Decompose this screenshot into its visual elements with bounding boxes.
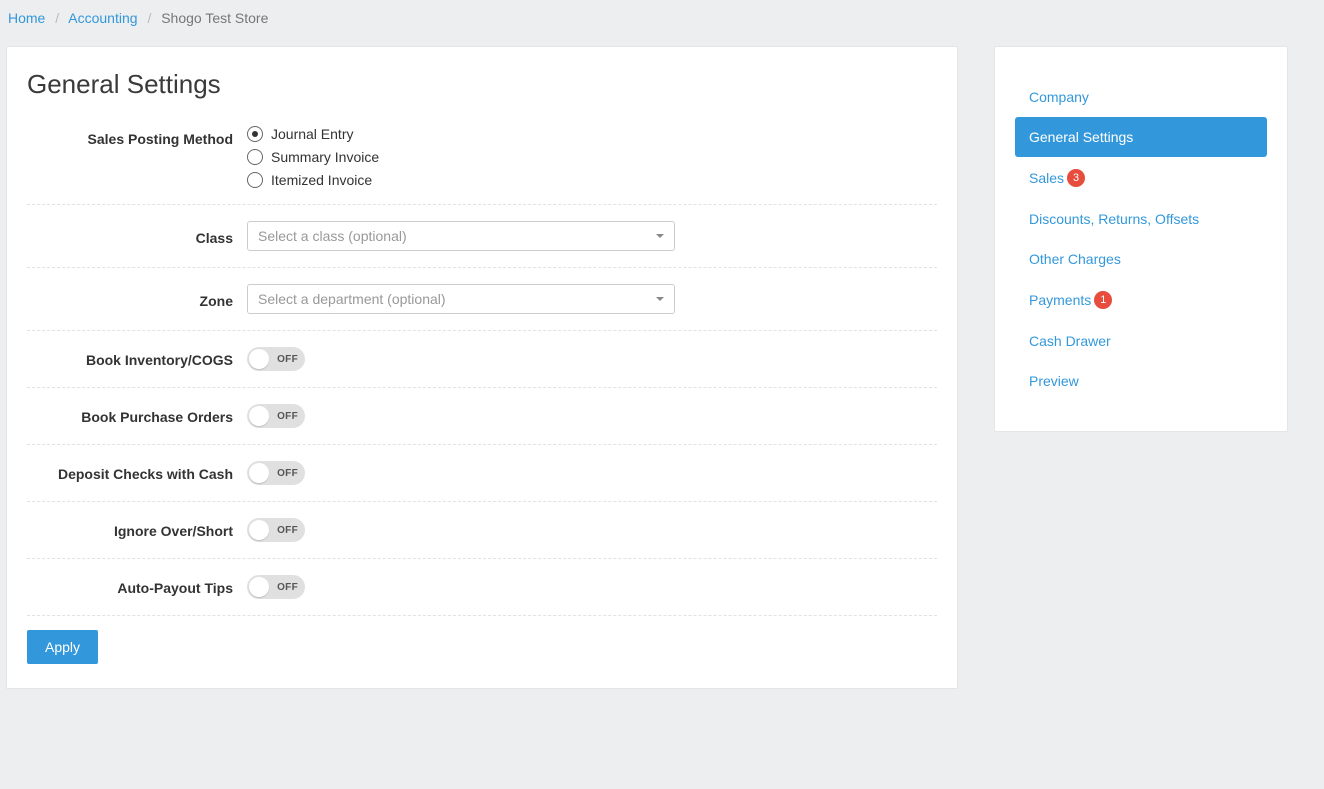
sidebar-item-label: Sales — [1029, 170, 1064, 186]
apply-button[interactable]: Apply — [27, 630, 98, 664]
toggle-knob — [249, 406, 269, 426]
sidebar-item-other-charges[interactable]: Other Charges — [1015, 239, 1267, 279]
label-zone: Zone — [27, 284, 247, 312]
toggle-ignore-over-short[interactable]: OFF — [247, 518, 305, 542]
settings-card: General Settings Sales Posting Method Jo… — [6, 46, 958, 689]
radio-icon — [247, 126, 263, 142]
breadcrumb-sep: / — [55, 10, 59, 26]
sidebar-item-label: General Settings — [1029, 129, 1133, 145]
sidebar-item-label: Discounts, Returns, Offsets — [1029, 211, 1199, 227]
select-placeholder: Select a class (optional) — [258, 228, 407, 244]
row-book-inventory: Book Inventory/COGS OFF — [27, 331, 937, 388]
row-deposit-checks: Deposit Checks with Cash OFF — [27, 445, 937, 502]
sidebar-item-label: Cash Drawer — [1029, 333, 1111, 349]
radio-icon — [247, 149, 263, 165]
sidebar-card: Company General Settings Sales 3 Discoun… — [994, 46, 1288, 432]
row-ignore-over-short: Ignore Over/Short OFF — [27, 502, 937, 559]
breadcrumb-store: Shogo Test Store — [161, 10, 268, 26]
sidebar-item-company[interactable]: Company — [1015, 77, 1267, 117]
toggle-deposit-checks[interactable]: OFF — [247, 461, 305, 485]
sidebar-item-cash-drawer[interactable]: Cash Drawer — [1015, 321, 1267, 361]
radio-summary-invoice[interactable]: Summary Invoice — [247, 149, 937, 165]
label-book-inventory: Book Inventory/COGS — [27, 347, 247, 371]
toggle-state: OFF — [277, 411, 298, 422]
radio-icon — [247, 172, 263, 188]
label-deposit-checks: Deposit Checks with Cash — [27, 461, 247, 485]
row-sales-posting: Sales Posting Method Journal Entry Summa… — [27, 126, 937, 205]
row-zone: Zone Select a department (optional) — [27, 268, 937, 331]
toggle-state: OFF — [277, 525, 298, 536]
radio-label: Itemized Invoice — [271, 172, 372, 188]
sidebar-item-label: Other Charges — [1029, 251, 1121, 267]
sidebar-item-payments[interactable]: Payments 1 — [1015, 279, 1267, 321]
breadcrumb-sep: / — [147, 10, 151, 26]
label-ignore-over-short: Ignore Over/Short — [27, 518, 247, 542]
row-book-po: Book Purchase Orders OFF — [27, 388, 937, 445]
sidebar-item-sales[interactable]: Sales 3 — [1015, 157, 1267, 199]
breadcrumb-home[interactable]: Home — [8, 10, 45, 26]
breadcrumb-accounting[interactable]: Accounting — [68, 10, 137, 26]
sidebar-item-label: Payments — [1029, 292, 1091, 308]
sidebar-item-discounts[interactable]: Discounts, Returns, Offsets — [1015, 199, 1267, 239]
breadcrumb: Home / Accounting / Shogo Test Store — [6, 0, 1318, 32]
toggle-knob — [249, 577, 269, 597]
toggle-knob — [249, 463, 269, 483]
sidebar-item-general-settings[interactable]: General Settings — [1015, 117, 1267, 157]
radio-label: Journal Entry — [271, 126, 353, 142]
radio-journal-entry[interactable]: Journal Entry — [247, 126, 937, 142]
sidebar-item-preview[interactable]: Preview — [1015, 361, 1267, 401]
toggle-book-po[interactable]: OFF — [247, 404, 305, 428]
select-zone[interactable]: Select a department (optional) — [247, 284, 675, 314]
toggle-knob — [249, 349, 269, 369]
toggle-state: OFF — [277, 582, 298, 593]
toggle-state: OFF — [277, 468, 298, 479]
toggle-auto-payout-tips[interactable]: OFF — [247, 575, 305, 599]
toggle-state: OFF — [277, 354, 298, 365]
sidebar-badge: 3 — [1067, 169, 1085, 187]
row-auto-payout-tips: Auto-Payout Tips OFF — [27, 559, 937, 616]
sidebar-item-label: Company — [1029, 89, 1089, 105]
radio-itemized-invoice[interactable]: Itemized Invoice — [247, 172, 937, 188]
sidebar-nav: Company General Settings Sales 3 Discoun… — [1015, 77, 1267, 401]
chevron-down-icon — [656, 297, 664, 301]
toggle-knob — [249, 520, 269, 540]
radio-label: Summary Invoice — [271, 149, 379, 165]
select-class[interactable]: Select a class (optional) — [247, 221, 675, 251]
label-sales-posting: Sales Posting Method — [27, 126, 247, 150]
chevron-down-icon — [656, 234, 664, 238]
label-auto-payout-tips: Auto-Payout Tips — [27, 575, 247, 599]
sidebar-badge: 1 — [1094, 291, 1112, 309]
toggle-book-inventory[interactable]: OFF — [247, 347, 305, 371]
page-title: General Settings — [27, 69, 937, 100]
sidebar-item-label: Preview — [1029, 373, 1079, 389]
row-class: Class Select a class (optional) — [27, 205, 937, 268]
label-book-po: Book Purchase Orders — [27, 404, 247, 428]
select-placeholder: Select a department (optional) — [258, 291, 446, 307]
label-class: Class — [27, 221, 247, 249]
